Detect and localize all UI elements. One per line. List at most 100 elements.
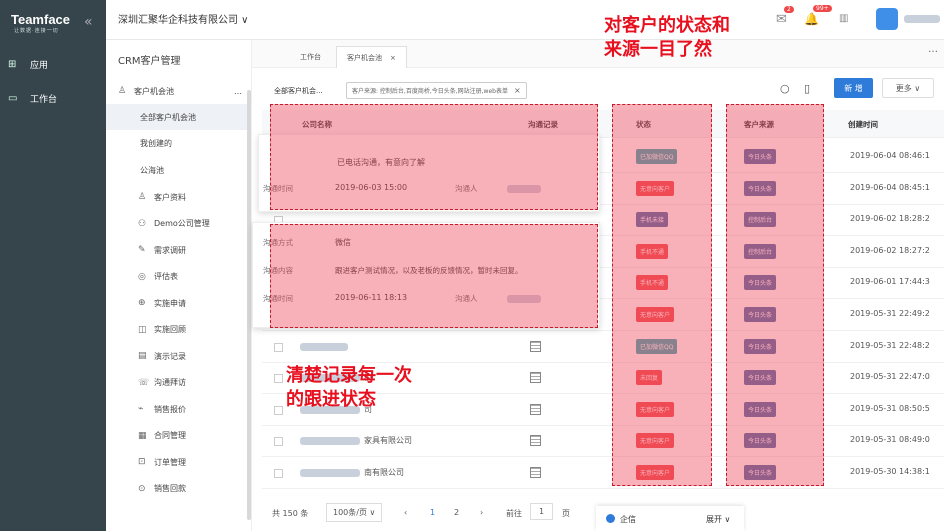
created-time: 2019-06-01 17:44:3	[850, 277, 930, 287]
record-grid-icon[interactable]	[530, 435, 541, 447]
brand-slogan: 让数据·连接一切	[14, 28, 59, 34]
collapse-icon[interactable]: «	[84, 14, 93, 30]
row-checkbox[interactable]	[274, 437, 283, 447]
callout-top: 对客户的状态和 来源一目了然	[604, 15, 730, 60]
nav-item-apps[interactable]: ⊞ 应用	[0, 50, 106, 78]
module-icon: ⌁	[138, 404, 144, 414]
module-icon: ♙	[138, 192, 147, 202]
menu-module[interactable]: ✎ 需求调研	[106, 237, 252, 263]
bell-icon[interactable]: 🔔	[804, 12, 819, 26]
table-row[interactable]: 家具有限公司 无意向客户 今日头条 2019-05-31 08:49:0	[262, 426, 944, 458]
user-name	[904, 15, 940, 23]
new-button[interactable]: 新 增	[834, 78, 873, 98]
menu-section[interactable]: ♙ 客户机会池…	[106, 78, 252, 104]
record-grid-icon[interactable]	[530, 340, 541, 352]
created-time: 2019-05-31 22:49:2	[850, 309, 930, 318]
menu-item-public[interactable]: 公海池	[106, 157, 252, 183]
table-row[interactable]: 已加微信QQ 今日头条 2019-05-31 22:48:2	[262, 332, 944, 363]
page-input[interactable]: 1	[530, 503, 554, 520]
row-checkbox[interactable]	[274, 342, 283, 352]
user-pool-icon: ♙	[118, 86, 127, 96]
view-selector[interactable]: 全部客户机会...	[274, 86, 323, 96]
menu-module[interactable]: ▤ 演示记录	[106, 343, 252, 369]
module-icon: ◎	[138, 271, 146, 282]
menu-module[interactable]: ☏ 沟通拜访	[106, 370, 252, 396]
menu-scrollbar[interactable]	[247, 90, 251, 520]
chat-expand[interactable]: 展开 ∨	[706, 514, 730, 525]
callout-left: 清楚记录每一次 的跟进状态	[286, 365, 412, 410]
menu-module[interactable]: ▦ 合同管理	[106, 423, 252, 449]
chat-bar[interactable]: 企信 展开 ∨	[596, 506, 744, 531]
search-icon[interactable]: ○	[780, 82, 790, 95]
company-selector[interactable]: 深圳汇聚华企科技有限公司 ∨	[118, 11, 249, 26]
page-unit: 页	[562, 509, 570, 518]
column-created[interactable]: 创建时间	[848, 113, 878, 135]
highlight-records-2	[270, 224, 598, 328]
goto-label: 前往	[506, 509, 522, 518]
menu-module[interactable]: ♙ 客户资料	[106, 184, 252, 210]
more-button[interactable]: 更多 ∨	[882, 78, 934, 98]
menu-item-mine[interactable]: 我创建的	[106, 130, 252, 156]
tab-opportunity-pool[interactable]: 客户机会池 ×	[336, 46, 407, 68]
menu-module[interactable]: ⌁ 销售报价	[106, 396, 252, 422]
monitor-icon: ▭	[8, 92, 18, 104]
filter-chip[interactable]: 客户来源: 控制后台,百度商桥,今日头条,网站注册,web表单 ×	[346, 82, 527, 99]
next-page[interactable]: ›	[480, 508, 483, 517]
row-checkbox[interactable]	[274, 405, 283, 415]
export-icon[interactable]: ▯	[804, 82, 810, 95]
chat-icon	[606, 514, 615, 523]
menu-module[interactable]: ⚇ Demo公司管理	[106, 211, 252, 237]
module-icon: ☏	[138, 377, 150, 388]
more-icon[interactable]: …	[234, 87, 242, 96]
row-checkbox[interactable]	[274, 374, 283, 384]
module-icon: ✎	[138, 245, 146, 255]
module-icon: ⊡	[138, 457, 146, 467]
company-name[interactable]: 家具有限公司	[364, 435, 412, 446]
avatar[interactable]	[876, 8, 898, 30]
more-icon[interactable]: …	[928, 44, 938, 55]
record-grid-icon[interactable]	[530, 372, 541, 384]
created-time: 2019-05-31 08:50:5	[850, 403, 930, 413]
tab-workbench[interactable]: 工作台	[290, 46, 331, 68]
menu-module[interactable]: ⊕ 实施申请	[106, 290, 252, 316]
menu-title: CRM客户管理	[118, 56, 181, 67]
module-icon: ▤	[138, 351, 147, 361]
left-sidebar: Teamface 让数据·连接一切 « ⊞ 应用 ▭ 工作台	[0, 0, 106, 531]
module-icon: ⊙	[138, 483, 146, 494]
page-size-select[interactable]: 100条/页 ∨	[326, 503, 383, 522]
module-icon: ⚇	[138, 218, 147, 229]
close-icon[interactable]: ×	[390, 54, 396, 62]
company-name-blur	[300, 469, 360, 477]
company-name-blur	[300, 342, 348, 351]
module-icon: ⊕	[138, 298, 146, 308]
highlight-records-1	[270, 104, 598, 210]
table-row[interactable]: 南有限公司 无意向客户 今日头条 2019-05-30 14:38:1	[262, 458, 944, 489]
mail-icon[interactable]: ✉	[776, 12, 787, 27]
record-grid-icon[interactable]	[530, 467, 541, 478]
close-icon[interactable]: ×	[514, 86, 521, 95]
page-2[interactable]: 2	[454, 508, 459, 517]
apps-icon: ⊞	[8, 58, 17, 70]
mail-badge: 2	[784, 6, 794, 13]
module-menu: CRM客户管理 ♙ 客户机会池… 全部客户机会池 我创建的 公海池 ♙ 客户资料 ⚇ D…	[106, 40, 252, 531]
menu-module[interactable]: ◎ 评估表	[106, 264, 252, 290]
company-name-blur	[300, 437, 360, 446]
page-1[interactable]: 1	[430, 508, 435, 517]
created-time: 2019-06-04 08:45:1	[850, 182, 930, 192]
created-time: 2019-06-02 18:27:2	[850, 245, 930, 255]
menu-module[interactable]: ◫ 实施回顾	[106, 317, 252, 343]
prev-page[interactable]: ‹	[404, 508, 407, 517]
total-count: 共 150 条	[272, 509, 309, 518]
menu-module[interactable]: ⊡ 订单管理	[106, 449, 252, 475]
menu-module[interactable]: ⊙ 销售回款	[106, 476, 252, 502]
book-icon[interactable]: ▥	[839, 13, 848, 24]
menu-item-all[interactable]: 全部客户机会池	[106, 104, 252, 130]
created-time: 2019-06-02 18:28:2	[850, 214, 930, 224]
highlight-source	[726, 104, 824, 486]
row-checkbox[interactable]	[274, 469, 283, 478]
record-grid-icon[interactable]	[530, 403, 541, 415]
company-name[interactable]: 南有限公司	[364, 467, 404, 478]
nav-item-workbench[interactable]: ▭ 工作台	[0, 84, 106, 112]
tab-bar: 工作台 客户机会池 × …	[252, 40, 944, 68]
module-icon: ▦	[138, 430, 147, 441]
